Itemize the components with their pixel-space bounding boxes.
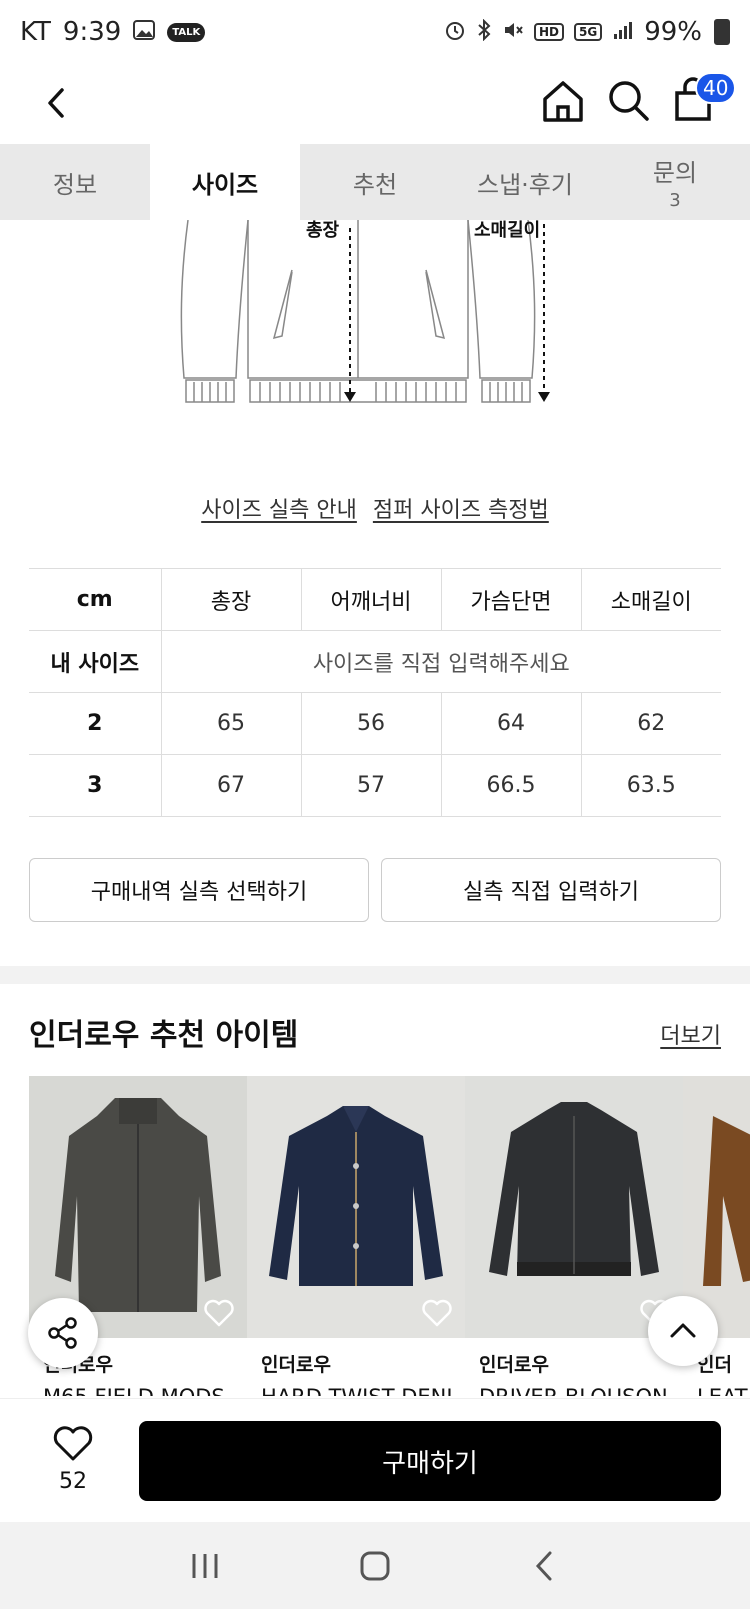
product-tabs: 정보 사이즈 추천 스냅·후기 문의 3 xyxy=(0,144,750,220)
share-button[interactable] xyxy=(28,1298,98,1368)
recommend-carousel[interactable]: 인더로우 M65 FIELD MODS 인더로우 HARD TWIST DENI xyxy=(29,1076,750,1396)
table-cell: 63.5 xyxy=(581,754,721,817)
back-chevron-icon xyxy=(535,1551,552,1580)
size-name: 3 xyxy=(29,754,162,817)
select-from-purchase-history-button[interactable]: 구매내역 실측 선택하기 xyxy=(29,858,369,922)
diagram-length-label: 총장 xyxy=(306,220,340,241)
wishlist-heart-icon[interactable] xyxy=(421,1298,453,1328)
cart-count-badge: 40 xyxy=(695,72,737,104)
product-card[interactable]: 인더로우 HARD TWIST DENI xyxy=(247,1076,465,1396)
scroll-top-button[interactable] xyxy=(648,1296,718,1366)
status-bar: KT 9:39 TALK HD 5G 99% xyxy=(0,0,750,64)
size-table-header: cm 총장 어깨너비 가슴단면 소매길이 xyxy=(29,568,721,631)
my-size-row[interactable]: 내 사이즈 사이즈를 직접 입력해주세요 xyxy=(29,630,721,693)
product-name: M65 FIELD MODS xyxy=(29,1385,247,1396)
size-table: cm 총장 어깨너비 가슴단면 소매길이 내 사이즈 사이즈를 직접 입력해주세… xyxy=(29,568,721,817)
recent-apps-icon xyxy=(192,1553,218,1578)
tab-inquiry[interactable]: 문의 3 xyxy=(600,144,750,220)
table-cell: 67 xyxy=(161,754,302,817)
tab-snap-review[interactable]: 스냅·후기 xyxy=(450,144,600,220)
battery-icon xyxy=(714,19,730,45)
mute-icon xyxy=(502,19,524,46)
bluetooth-icon xyxy=(476,18,492,46)
column-header: 어깨너비 xyxy=(301,568,442,631)
alarm-icon xyxy=(444,19,466,46)
carrier: KT xyxy=(20,17,51,47)
product-brand: 인더로우 xyxy=(261,1354,331,1376)
more-link[interactable]: 더보기 xyxy=(660,1018,721,1050)
gallery-icon xyxy=(133,19,156,45)
tab-recommend[interactable]: 추천 xyxy=(300,144,450,220)
purchase-bar: 52 구매하기 xyxy=(0,1398,750,1522)
product-brand: 인더로우 xyxy=(479,1354,549,1376)
top-navigation xyxy=(0,64,750,144)
home-nav-button[interactable] xyxy=(355,1546,395,1586)
wishlist-heart-icon[interactable] xyxy=(203,1298,235,1328)
heart-icon xyxy=(53,1426,93,1461)
chevron-up-icon xyxy=(670,1323,696,1338)
back-nav-button[interactable] xyxy=(525,1546,565,1586)
table-cell: 56 xyxy=(301,692,442,755)
table-cell: 62 xyxy=(581,692,721,755)
like-count: 52 xyxy=(59,1469,87,1494)
product-name: HARD TWIST DENI xyxy=(247,1385,465,1396)
system-navigation-bar xyxy=(0,1522,750,1609)
home-button[interactable] xyxy=(536,74,590,128)
direct-input-button[interactable]: 실측 직접 입력하기 xyxy=(381,858,721,922)
like-button[interactable]: 52 xyxy=(40,1425,106,1494)
product-size-page: KT 9:39 TALK HD 5G 99% 40 정보 사이즈 추천 스냅·후… xyxy=(0,0,750,1609)
diagram-sleeve-label: 소매길이 xyxy=(474,220,541,241)
search-button[interactable] xyxy=(602,74,656,128)
section-divider xyxy=(0,966,750,984)
size-measure-diagram: 총장 소매길이 xyxy=(170,219,590,420)
product-image xyxy=(465,1076,683,1338)
search-icon xyxy=(609,81,649,121)
table-cell: 57 xyxy=(301,754,442,817)
buy-button[interactable]: 구매하기 xyxy=(139,1421,721,1501)
table-cell: 66.5 xyxy=(441,754,582,817)
home-square-icon xyxy=(360,1551,390,1580)
inquiry-count: 3 xyxy=(669,190,681,211)
signal-icon xyxy=(612,19,634,46)
chevron-left-icon xyxy=(48,88,64,118)
battery-level: 99% xyxy=(644,17,702,47)
tab-size[interactable]: 사이즈 xyxy=(150,144,300,220)
unit-header: cm xyxy=(29,568,162,631)
back-button[interactable] xyxy=(32,78,82,128)
size-input-buttons: 구매내역 실측 선택하기 실측 직접 입력하기 xyxy=(29,858,721,922)
recent-apps-button[interactable] xyxy=(185,1546,225,1586)
my-size-label: 내 사이즈 xyxy=(29,630,162,693)
size-measure-guide-link[interactable]: 사이즈 실측 안내 xyxy=(201,492,357,524)
jumper-measure-method-link[interactable]: 점퍼 사이즈 측정법 xyxy=(373,492,549,524)
product-name: LEAT xyxy=(683,1385,750,1396)
column-header: 가슴단면 xyxy=(441,568,582,631)
product-name: DRIVER BLOUSON xyxy=(465,1385,683,1396)
network-5g-icon: 5G xyxy=(574,23,603,41)
column-header: 총장 xyxy=(161,568,302,631)
table-cell: 64 xyxy=(441,692,582,755)
product-card[interactable]: 인더로우 DRIVER BLOUSON xyxy=(465,1076,683,1396)
home-icon xyxy=(543,81,583,122)
share-icon xyxy=(48,1317,77,1349)
recommend-section-title: 인더로우 추천 아이템 xyxy=(29,1018,299,1053)
table-cell: 65 xyxy=(161,692,302,755)
clock: 9:39 xyxy=(62,17,122,47)
hd-voice-icon: HD xyxy=(533,23,564,41)
column-header: 소매길이 xyxy=(581,568,721,631)
kakaotalk-icon: TALK xyxy=(167,22,206,42)
table-row: 2 65 56 64 62 xyxy=(29,692,721,755)
table-row: 3 67 57 66.5 63.5 xyxy=(29,754,721,817)
tab-info[interactable]: 정보 xyxy=(0,144,150,220)
size-guide-links: 사이즈 실측 안내 점퍼 사이즈 측정법 xyxy=(0,492,750,524)
size-name: 2 xyxy=(29,692,162,755)
jacket-outline-illustration xyxy=(180,219,550,403)
product-image xyxy=(247,1076,465,1338)
my-size-input-prompt[interactable]: 사이즈를 직접 입력해주세요 xyxy=(161,630,721,693)
